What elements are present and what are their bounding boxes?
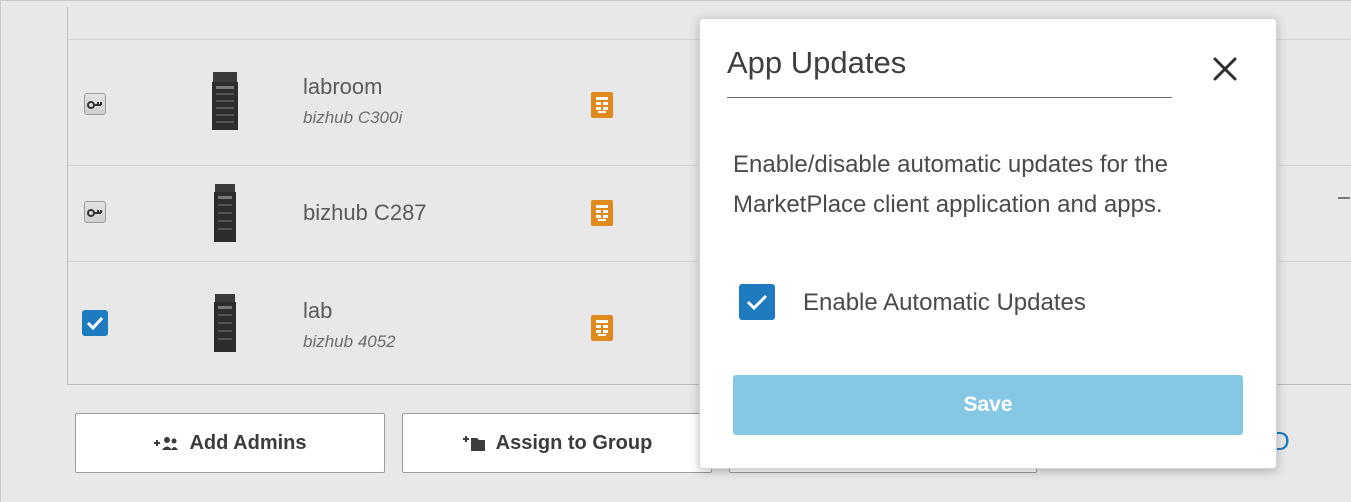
device-list-page: labroom bizhub C300i bizhub C287 lab biz… (0, 0, 1351, 502)
printer-icon (214, 294, 236, 352)
close-icon[interactable] (1205, 49, 1245, 89)
device-name: bizhub C287 (303, 200, 427, 225)
device-model: bizhub C300i (303, 108, 403, 127)
add-folder-icon (462, 436, 485, 451)
device-name: lab (303, 298, 333, 323)
title-divider (727, 97, 1172, 98)
device-status-icon (591, 200, 613, 226)
enable-automatic-updates-label[interactable]: Enable Automatic Updates (803, 289, 1086, 317)
key-icon (87, 101, 102, 109)
key-icon (87, 209, 102, 217)
device-model: bizhub 4052 (303, 332, 396, 351)
printer-icon (214, 184, 236, 242)
row-select-checkbox[interactable] (82, 310, 108, 336)
check-icon (746, 294, 768, 310)
add-admins-button[interactable]: Add Admins (75, 413, 385, 473)
app-updates-dialog: App Updates Enable/disable automatic upd… (699, 18, 1277, 469)
row-select-checkbox[interactable] (84, 93, 106, 115)
device-status-icon (591, 92, 613, 118)
assign-to-group-label: Assign to Group (495, 431, 653, 454)
dialog-title: App Updates (727, 45, 907, 80)
assign-to-group-button[interactable]: Assign to Group (402, 413, 712, 473)
check-icon (86, 316, 104, 330)
row-dash (1338, 197, 1350, 199)
dialog-description: Enable/disable automatic updates for the… (733, 151, 1168, 218)
device-status-icon (591, 315, 613, 341)
add-users-icon (154, 437, 179, 450)
save-button[interactable]: Save (733, 375, 1243, 435)
printer-icon (212, 72, 238, 130)
device-name: labroom (303, 74, 383, 99)
enable-automatic-updates-checkbox[interactable] (739, 284, 775, 320)
add-admins-label: Add Admins (189, 431, 307, 454)
row-select-checkbox[interactable] (84, 201, 106, 223)
